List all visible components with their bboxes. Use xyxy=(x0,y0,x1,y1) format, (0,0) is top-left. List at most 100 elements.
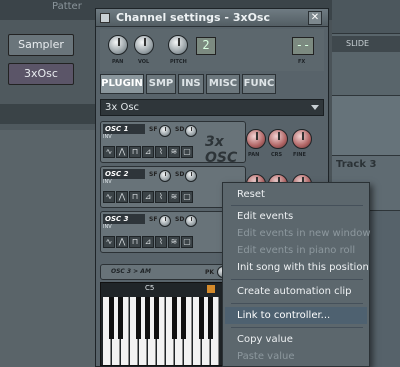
black-key[interactable] xyxy=(109,297,114,339)
pitch-range-display[interactable]: 2 xyxy=(196,37,216,55)
square-wave-icon[interactable]: ⊓ xyxy=(129,236,141,248)
close-button[interactable]: ✕ xyxy=(308,11,322,25)
slide-label: SLIDE xyxy=(346,39,370,48)
tab-misc[interactable]: MISC xyxy=(206,74,240,94)
osc-crs-label: CRS xyxy=(271,152,283,158)
playlist-track-1[interactable] xyxy=(332,95,400,155)
menu-item-init-song[interactable]: Init song with this position xyxy=(225,259,369,276)
sine-wave-icon[interactable]: ∿ xyxy=(103,191,115,203)
osc-2-sd-label: SD xyxy=(175,171,185,178)
tab-ins[interactable]: INS xyxy=(178,74,204,94)
osc3-am-label: OSC 3 > AM xyxy=(111,268,151,275)
tab-plugin[interactable]: PLUGIN xyxy=(100,74,144,94)
osc-2-sf-label: SF xyxy=(149,171,158,178)
osc-2-sd-knob[interactable] xyxy=(185,170,197,182)
menu-separator xyxy=(231,279,363,280)
window-menu-icon[interactable] xyxy=(100,13,110,23)
channel-rack-empty-area xyxy=(0,130,96,367)
sine-wave-icon[interactable]: ∿ xyxy=(103,236,115,248)
preset-name: 3x Osc xyxy=(105,102,140,113)
square-wave-icon[interactable]: ⊓ xyxy=(129,191,141,203)
channel-rack-scrollbar[interactable] xyxy=(0,104,96,124)
osc-3-invert-toggle[interactable]: INV xyxy=(103,224,112,230)
osc-2-title: OSC 2 xyxy=(103,169,145,179)
menu-item-reset[interactable]: Reset xyxy=(225,186,367,203)
osc-2-invert-toggle[interactable]: INV xyxy=(103,179,112,185)
black-key[interactable] xyxy=(208,297,213,339)
osc-3-sd-knob[interactable] xyxy=(185,215,197,227)
menu-separator xyxy=(231,205,363,206)
osc-3-sf-label: SF xyxy=(149,216,158,223)
channel-controls: PAN VOL PITCH 2 -- FX xyxy=(100,29,324,71)
playlist-slide-bar[interactable]: SLIDE xyxy=(332,36,400,52)
root-note-marker[interactable] xyxy=(207,285,215,293)
pitch-label: PITCH xyxy=(170,59,187,65)
osc-1-sf-label: SF xyxy=(149,126,158,133)
black-key[interactable] xyxy=(154,297,159,339)
channel-button-sampler[interactable]: Sampler xyxy=(8,34,74,56)
osc-2-sf-knob[interactable] xyxy=(159,170,171,182)
fx-channel-display[interactable]: -- xyxy=(292,37,314,55)
noise-wave-icon[interactable]: ≋ xyxy=(168,146,180,158)
triangle-wave-icon[interactable]: ⋀ xyxy=(116,191,128,203)
keyboard-marker: C5 xyxy=(145,284,155,292)
osc-logo: 3x OSC xyxy=(205,134,238,166)
noise-wave-icon[interactable]: ≋ xyxy=(168,236,180,248)
square-wave-icon[interactable]: ⊓ xyxy=(129,146,141,158)
chevron-down-icon xyxy=(311,105,319,110)
saw-wave-icon[interactable]: ⊿ xyxy=(142,236,154,248)
pan-label: PAN xyxy=(112,59,124,65)
noise-wave-icon[interactable]: ≋ xyxy=(168,191,180,203)
menu-item-copy-value[interactable]: Copy value xyxy=(225,331,367,348)
saw-wave-icon[interactable]: ⊿ xyxy=(142,146,154,158)
pitch-knob[interactable] xyxy=(168,35,188,55)
triangle-wave-icon[interactable]: ⋀ xyxy=(116,146,128,158)
tab-smp[interactable]: SMP xyxy=(146,74,176,94)
osc-1-fine-knob[interactable] xyxy=(292,129,312,149)
track-label: Track 3 xyxy=(336,159,377,170)
osc-3-sf-knob[interactable] xyxy=(159,215,171,227)
osc-1-sf-knob[interactable] xyxy=(159,125,171,137)
rounded-saw-icon[interactable]: ⌇ xyxy=(155,236,167,248)
osc-1-sd-knob[interactable] xyxy=(185,125,197,137)
osc-1-invert-toggle[interactable]: INV xyxy=(103,134,112,140)
black-key[interactable] xyxy=(181,297,186,339)
osc-1-panel: OSC 1 INV SF SD 3x OSC ∿ ⋀ ⊓ ⊿ ⌇ ≋ ▢ xyxy=(100,121,246,166)
pattern-label: Patter xyxy=(52,1,82,12)
menu-separator xyxy=(231,303,363,304)
custom-wave-icon[interactable]: ▢ xyxy=(181,146,193,158)
black-key[interactable] xyxy=(199,297,204,339)
rounded-saw-icon[interactable]: ⌇ xyxy=(155,146,167,158)
triangle-wave-icon[interactable]: ⋀ xyxy=(116,236,128,248)
sine-wave-icon[interactable]: ∿ xyxy=(103,146,115,158)
window-title: Channel settings - 3xOsc xyxy=(116,11,270,24)
menu-item-link-to-controller[interactable]: Link to controller... xyxy=(225,307,367,324)
volume-knob[interactable] xyxy=(134,35,154,55)
menu-item-paste-value: Paste value xyxy=(237,351,295,362)
tab-func[interactable]: FUNC xyxy=(242,74,276,94)
pk-label: PK xyxy=(205,269,215,276)
menu-item-edit-events[interactable]: Edit events xyxy=(225,208,367,225)
black-key[interactable] xyxy=(172,297,177,339)
osc-1-coarse-knob[interactable] xyxy=(268,129,288,149)
custom-wave-icon[interactable]: ▢ xyxy=(181,236,193,248)
pan-knob[interactable] xyxy=(108,35,128,55)
menu-item-edit-events-piano-roll: Edit events in piano roll xyxy=(237,245,356,256)
black-key[interactable] xyxy=(136,297,141,339)
osc-1-pan-knob[interactable] xyxy=(246,129,266,149)
channel-button-3xosc[interactable]: 3xOsc xyxy=(8,63,74,85)
rounded-saw-icon[interactable]: ⌇ xyxy=(155,191,167,203)
playlist-toolbar xyxy=(332,0,400,34)
settings-tabs: PLUGIN SMP INS MISC FUNC xyxy=(100,74,326,96)
menu-item-create-automation-clip[interactable]: Create automation clip xyxy=(225,283,367,300)
black-key[interactable] xyxy=(118,297,123,339)
black-key[interactable] xyxy=(145,297,150,339)
custom-wave-icon[interactable]: ▢ xyxy=(181,191,193,203)
window-title-bar[interactable]: Channel settings - 3xOsc ✕ xyxy=(96,9,328,27)
preset-selector[interactable]: 3x Osc xyxy=(100,99,324,116)
saw-wave-icon[interactable]: ⊿ xyxy=(142,191,154,203)
osc-fine-label: FINE xyxy=(293,152,306,158)
osc-3-sd-label: SD xyxy=(175,216,185,223)
osc-1-sd-label: SD xyxy=(175,126,185,133)
fx-label: FX xyxy=(298,59,306,65)
